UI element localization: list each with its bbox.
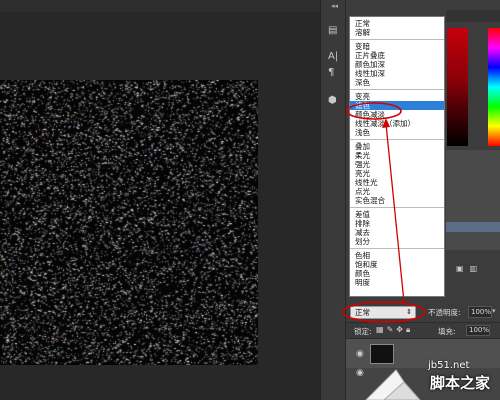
opacity-input[interactable]: 100%: [468, 306, 492, 318]
blend-menu-item[interactable]: 强光: [350, 160, 444, 169]
blend-menu-item[interactable]: 颜色加深: [350, 60, 444, 69]
opacity-label: 不透明度:: [428, 308, 461, 317]
history-icon[interactable]: ▤: [328, 26, 337, 36]
blend-menu-group: 叠加 柔光 强光 亮光 线性光 点光 实色混合: [350, 140, 444, 208]
watermark-name: 脚本之家: [430, 374, 491, 392]
panel-icon-row: ▣▥: [456, 264, 483, 273]
blend-menu-item[interactable]: 深色: [350, 78, 444, 87]
blend-menu-item[interactable]: 差值: [350, 210, 444, 219]
lock-icons: ▦✎✥🔒︎: [376, 325, 413, 335]
blend-menu-item[interactable]: 实色混合: [350, 196, 444, 205]
hue-strip[interactable]: [488, 28, 500, 146]
noise-image-canvas[interactable]: [0, 80, 258, 365]
lock-row: 锁定: ▦✎✥🔒︎ 填充: 100%: [346, 322, 500, 339]
blend-menu-item[interactable]: 浅色: [350, 128, 444, 137]
blend-menu-group: 变亮 滤色 颜色减淡 线性减淡（添加） 浅色: [350, 90, 444, 140]
camera-icon[interactable]: ▣: [456, 264, 470, 273]
blend-menu-item[interactable]: 色相: [350, 251, 444, 260]
watermark-logo: [365, 369, 421, 400]
brush-icon[interactable]: ✎: [387, 325, 397, 334]
lock-label: 锁定:: [354, 327, 372, 336]
layers-options-row: 正常 ⇕ 不透明度: 100% ▾: [346, 304, 500, 322]
blend-menu-group: 差值 排除 减去 划分: [350, 208, 444, 249]
blend-menu-item[interactable]: 颜色减淡: [350, 110, 444, 119]
blend-menu-item[interactable]: 柔光: [350, 151, 444, 160]
selected-band: [446, 222, 500, 232]
blend-menu-item[interactable]: 饱和度: [350, 260, 444, 269]
fill-label: 填充:: [438, 327, 456, 336]
blend-menu-item[interactable]: 明度: [350, 278, 444, 287]
blend-menu-item[interactable]: 正片叠底: [350, 51, 444, 60]
blend-menu-item[interactable]: 正常: [350, 19, 444, 28]
lock-transparency-icon[interactable]: ▦: [376, 325, 387, 334]
blend-menu-item[interactable]: 颜色: [350, 269, 444, 278]
blend-menu-item[interactable]: 线性加深: [350, 69, 444, 78]
blend-menu-item[interactable]: 排除: [350, 219, 444, 228]
canvas-area: [0, 0, 320, 400]
blend-menu-item[interactable]: 划分: [350, 237, 444, 246]
3d-cube-icon[interactable]: ⬢: [328, 96, 337, 106]
blend-menu-item[interactable]: 线性减淡（添加）: [350, 119, 444, 128]
blend-menu-item[interactable]: 溶解: [350, 28, 444, 37]
lock-icon[interactable]: 🔒︎: [406, 325, 413, 334]
blend-menu-item[interactable]: 减去: [350, 228, 444, 237]
blend-menu-item[interactable]: 线性光: [350, 178, 444, 187]
blend-menu-item[interactable]: 变暗: [350, 42, 444, 51]
color-picker-field[interactable]: [447, 28, 468, 146]
paragraph-icon[interactable]: ¶: [328, 68, 334, 78]
blend-menu-group: 正常 溶解: [350, 17, 444, 40]
blend-menu-group: 色相 饱和度 颜色 明度: [350, 249, 444, 289]
blend-menu-item[interactable]: 亮光: [350, 169, 444, 178]
blend-menu-item[interactable]: 点光: [350, 187, 444, 196]
blend-mode-select[interactable]: 正常 ⇕: [350, 306, 416, 319]
dropdown-arrow-icon: ⇕: [406, 308, 412, 316]
panel-area: [446, 150, 500, 250]
blend-menu-item[interactable]: 滤色: [350, 101, 444, 110]
blend-menu-group: 变暗 正片叠底 颜色加深 线性加深 深色: [350, 40, 444, 90]
text-A-icon[interactable]: A|: [328, 52, 338, 62]
blend-mode-menu[interactable]: 正常 溶解 变暗 正片叠底 颜色加深 线性加深 深色 变亮 滤色 颜色减淡 线性减淡（添加） 浅色 叠加…: [349, 16, 445, 297]
document-tab-bar: [0, 0, 320, 12]
trash-icon[interactable]: ▥: [470, 264, 484, 273]
fill-input[interactable]: 100%: [466, 325, 490, 336]
move-icon[interactable]: ✥: [396, 325, 406, 334]
watermark-site: jb51.net: [428, 360, 470, 371]
panel-tabs: [446, 10, 500, 22]
collapse-arrows-icon[interactable]: ◂◂: [331, 2, 338, 10]
blend-menu-item[interactable]: 变亮: [350, 92, 444, 101]
blend-mode-value: 正常: [355, 308, 370, 317]
blend-menu-item[interactable]: 叠加: [350, 142, 444, 151]
chevron-down-icon[interactable]: ▾: [492, 307, 496, 315]
panel-icon-strip: ◂◂ ▤ A| ¶ ⬢: [320, 0, 345, 400]
